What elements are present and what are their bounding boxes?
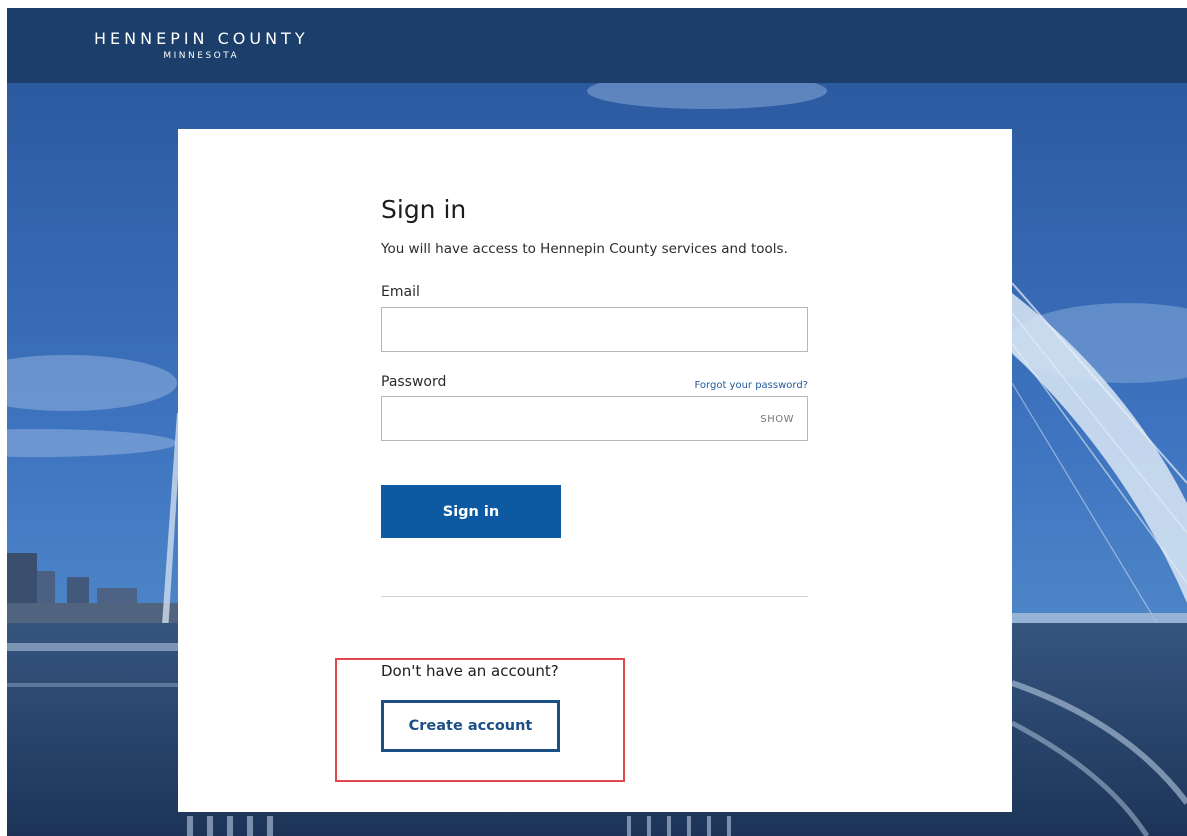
logo-sub-text: MINNESOTA — [163, 51, 240, 61]
top-strip — [0, 0, 1187, 8]
forgot-password-link[interactable]: Forgot your password? — [695, 380, 808, 391]
header-bar: HENNEPIN COUNTY MINNESOTA — [7, 8, 1187, 83]
page: HENNEPIN COUNTY MINNESOTA Sign in You wi… — [0, 0, 1187, 836]
page-subtitle: You will have access to Hennepin County … — [381, 241, 788, 257]
show-password-toggle[interactable]: SHOW — [760, 414, 794, 425]
email-label: Email — [381, 284, 420, 300]
hennepin-county-logo[interactable]: HENNEPIN COUNTY MINNESOTA — [94, 30, 309, 62]
page-title: Sign in — [381, 195, 467, 224]
sign-in-button[interactable]: Sign in — [381, 485, 561, 538]
password-label: Password — [381, 374, 447, 390]
no-account-prompt: Don't have an account? — [381, 662, 559, 680]
email-field[interactable] — [381, 307, 808, 352]
create-account-button[interactable]: Create account — [381, 700, 560, 752]
logo-main-text: HENNEPIN COUNTY — [94, 29, 309, 48]
divider — [381, 596, 808, 597]
signin-card: Sign in You will have access to Hennepin… — [178, 129, 1012, 812]
password-field[interactable] — [381, 396, 808, 441]
